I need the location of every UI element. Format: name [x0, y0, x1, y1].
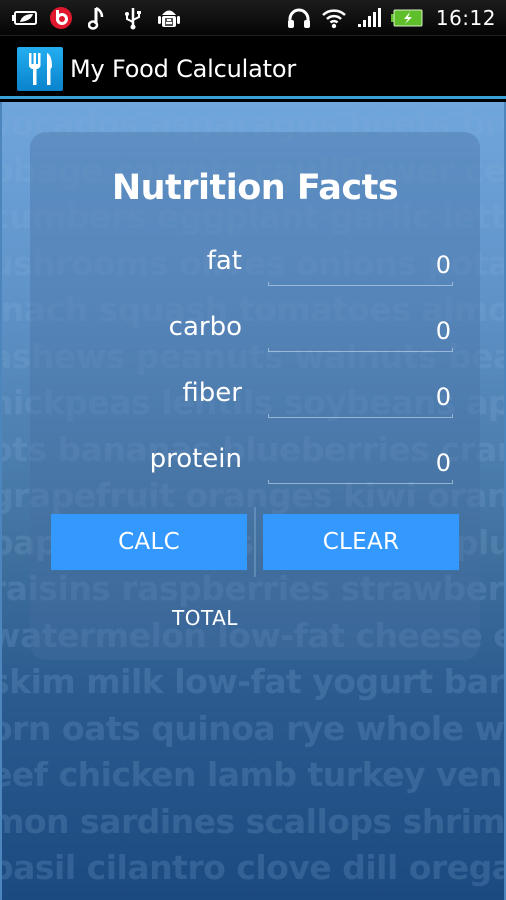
- fat-label: fat: [206, 246, 242, 276]
- wifi-icon: [321, 6, 347, 30]
- battery-charging-icon: [390, 6, 423, 30]
- system-icons: 16:12: [286, 6, 496, 30]
- calc-button[interactable]: CALC: [51, 514, 247, 570]
- total-label: TOTAL: [172, 606, 238, 630]
- app-title: My Food Calculator: [70, 55, 296, 83]
- protein-underline: [268, 480, 453, 484]
- beats-audio-icon: [48, 6, 74, 30]
- android-debug-icon: [156, 6, 182, 30]
- notification-icons: [12, 6, 182, 30]
- action-bar: My Food Calculator: [0, 36, 506, 99]
- fat-input[interactable]: [268, 246, 453, 283]
- background-word-line: skim milk low-fat yogurt barley: [2, 662, 505, 701]
- card-title: Nutrition Facts: [111, 168, 399, 208]
- clock: 16:12: [435, 6, 496, 30]
- field-row-fat: fat: [30, 246, 480, 286]
- signal-icon: [356, 6, 382, 30]
- fat-underline: [268, 282, 453, 286]
- carbo-underline: [268, 348, 453, 352]
- main-content: vocados asparagus beets broccobbage carr…: [0, 102, 506, 900]
- clear-button[interactable]: CLEAR: [263, 514, 459, 570]
- fiber-underline: [268, 414, 453, 418]
- field-row-fiber: fiber: [30, 378, 480, 418]
- field-row-protein: protein: [30, 444, 480, 484]
- background-word-line: basil cilantro clove dill oregano: [2, 848, 504, 887]
- fork-knife-icon[interactable]: [17, 47, 63, 91]
- usb-icon: [120, 6, 146, 30]
- battery-saver-icon: [12, 6, 38, 30]
- background-word-line: orn oats quinoa rye whole whe: [0, 708, 506, 748]
- background-word-line: eef chicken lamb turkey veniso: [2, 755, 504, 794]
- headphones-icon: [286, 6, 312, 30]
- carbo-input[interactable]: [268, 312, 453, 349]
- nutrition-card: Nutrition Facts fat carbo fiber protein …: [30, 132, 480, 660]
- fiber-input[interactable]: [268, 378, 453, 415]
- protein-label: protein: [149, 444, 242, 474]
- fiber-label: fiber: [182, 378, 242, 408]
- background-word-line: mon sardines scallops shrimp t: [2, 801, 506, 841]
- field-row-carbo: carbo: [30, 312, 480, 352]
- button-divider: [254, 507, 256, 577]
- carbo-label: carbo: [168, 312, 242, 342]
- status-bar: 16:12: [0, 0, 506, 36]
- protein-input[interactable]: [268, 444, 453, 481]
- music-note-icon: [84, 6, 110, 30]
